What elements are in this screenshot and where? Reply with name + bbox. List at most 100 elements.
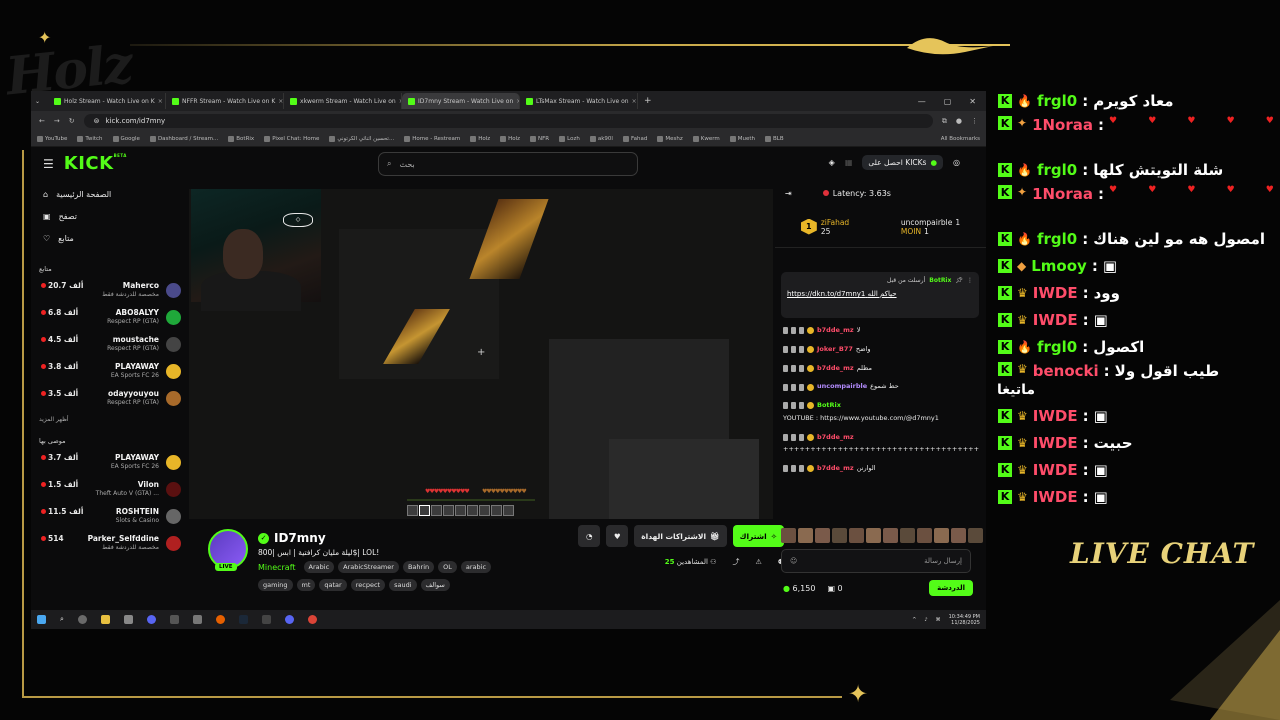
bookmark-item[interactable]: Pixel Chat: Home [264,135,319,142]
sidebar-channel-item[interactable]: PLAYAWAY EA Sports FC 26 3.7 ألف [39,453,181,472]
emote-icon[interactable] [798,528,813,543]
reload-icon[interactable]: ↻ [69,117,75,125]
close-window-icon[interactable]: ✕ [969,97,976,106]
tag-chip[interactable]: recpect [350,579,386,591]
chrome-icon[interactable] [307,615,317,624]
tag-chip[interactable]: Bahrin [402,561,435,573]
sidebar-item-home[interactable]: ⌂ الصفحة الرئيسية [43,190,181,199]
pinned-link[interactable]: https://dkn.to/d7mny1 حياكم الله [787,290,973,298]
show-more-link[interactable]: أظهر المزيد [39,416,181,423]
bookmark-item[interactable]: Meshz [657,135,683,142]
mod-icon[interactable] [799,327,804,335]
more-icon[interactable]: ⋮ [967,277,973,284]
sidebar-channel-item[interactable]: Parker_Selfddine مخصصة للدردشة فقط 514 [39,534,181,553]
sidebar-channel-item[interactable]: moustache Respect RP (GTA) 4.5 ألف [39,335,181,354]
browser-tab[interactable]: NFFR Stream - Watch Live on K × [166,93,285,109]
emote-icon[interactable] [900,528,915,543]
emote-icon[interactable] [917,528,932,543]
volume-icon[interactable]: ♪ [924,617,927,623]
browser-tab-active[interactable]: ID7mny Stream - Watch Live on× [402,93,521,109]
chat-username[interactable]: b7dde_mz [817,464,854,474]
bookmark-item[interactable]: BLB [765,135,784,142]
app-icon[interactable] [261,615,271,624]
video-player[interactable]: ◇ + ♥♥♥♥♥♥♥♥♥♥ ♥♥♥♥♥♥♥♥♥♥ [189,189,773,519]
mod-icon[interactable] [799,433,804,441]
share-icon[interactable]: ⤴ [732,557,739,567]
app-icon[interactable] [169,615,179,624]
close-icon[interactable]: × [278,98,283,105]
emote-icon[interactable] [951,528,966,543]
tag-chip[interactable]: saudi [389,579,417,591]
steam-icon[interactable] [238,615,248,624]
clock[interactable]: 10:34:49 PM 11/28/2025 [949,614,980,626]
sidebar-item-browse[interactable]: ▣ تصفح [43,212,181,221]
pin-icon[interactable] [783,383,788,391]
gift-counter[interactable]: ▣ 0 [827,584,842,593]
site-info-icon[interactable]: ⊜ [94,117,100,125]
new-tab-button[interactable]: + [644,96,652,106]
shop-icon[interactable]: ◈ [829,158,835,167]
chat-message[interactable]: b7dde_mz ++++++++++++++++++++++++++++++++… [783,433,979,456]
mod-icon[interactable] [799,465,804,473]
tag-chip[interactable]: mt [296,579,316,591]
close-icon[interactable]: × [158,98,163,105]
bookmark-item[interactable]: Dashboard / Stream... [149,135,218,142]
chevron-up-icon[interactable]: ^ [912,617,916,623]
pin-icon[interactable] [783,465,788,473]
emote-icon[interactable] [832,528,847,543]
maximize-icon[interactable]: ▢ [944,97,952,106]
chat-username[interactable]: uncompairble [817,382,867,392]
chat-username[interactable]: b7dde_mz [817,326,854,336]
pin-icon[interactable] [783,364,788,372]
report-icon[interactable]: ⚠ [755,558,761,566]
app-icon[interactable] [192,615,202,624]
app-icon[interactable] [123,615,133,624]
tag-chip[interactable]: ArabicStreamer [338,561,399,573]
discord-icon[interactable] [146,615,156,624]
search-icon[interactable]: ⌕ [60,615,64,624]
browser-tab[interactable]: xkwerm Stream - Watch Live on× [284,93,403,109]
all-bookmarks-button[interactable]: All Bookmarks [941,136,980,142]
search-input[interactable]: ⌕ بحث [378,152,638,176]
bookmark-item[interactable]: ak90l [589,135,613,142]
chat-input[interactable]: ☺ إرسال رسالة [781,549,971,573]
hamburger-menu-icon[interactable]: ☰ [43,157,54,171]
get-kicks-button[interactable]: احصل على KICKs ● [862,155,944,170]
timeout-icon[interactable] [791,364,796,372]
follow-button[interactable]: ♥ [606,525,629,547]
sidebar-channel-item[interactable]: odayyouyou Respect RP (GTA) 3.5 ألف [39,389,181,408]
mod-icon[interactable] [799,402,804,410]
kick-logo[interactable]: KICKBETA [64,153,127,174]
chat-send-button[interactable]: الدردشة [929,580,973,596]
timeout-icon[interactable] [791,465,796,473]
emote-icon[interactable] [934,528,949,543]
tag-chip[interactable]: Arabic [303,561,335,573]
chat-message[interactable]: uncompairble حط شموع [783,382,978,392]
emoji-icon[interactable]: ☺ [790,557,797,565]
streamer-name[interactable]: ID7mny [274,531,326,545]
bookmark-item[interactable]: تحسين اثنائي الكرتوني... [329,135,394,142]
url-input[interactable]: ⊜ kick.com/id7mny [83,114,933,128]
mod-icon[interactable] [799,346,804,354]
points-display[interactable]: ● 6,150 [783,584,815,593]
bookmark-item[interactable]: BotRix [228,135,254,142]
tab-list-icon[interactable]: ⌄ [35,98,40,105]
bookmark-item[interactable]: Holz [500,135,520,142]
emote-icon[interactable] [866,528,881,543]
windows-start-icon[interactable] [37,615,46,624]
bookmark-item[interactable]: Mueth [729,135,755,142]
gift-subs-button[interactable]: الاشتراكات الهداة 🎁︎ [634,525,727,547]
browser-tab[interactable]: Holz Stream - Watch Live on K × [48,93,167,109]
bookmark-item[interactable]: Fahad [622,135,647,142]
pin-icon[interactable] [783,327,788,335]
extensions-icon[interactable]: ⧉ [942,117,947,126]
timeout-icon[interactable] [791,327,796,335]
bookmark-item[interactable]: NFR [530,135,549,142]
sidebar-channel-item[interactable]: PLAYAWAY EA Sports FC 26 3.8 ألف [39,362,181,381]
chat-username[interactable]: b7dde_mz [817,364,854,374]
timeout-icon[interactable] [791,346,796,354]
forward-icon[interactable]: → [54,117,60,125]
folder-icon[interactable] [100,615,110,624]
tag-chip[interactable]: gaming [258,579,293,591]
sidebar-item-following[interactable]: ♡ متابع [43,234,181,243]
